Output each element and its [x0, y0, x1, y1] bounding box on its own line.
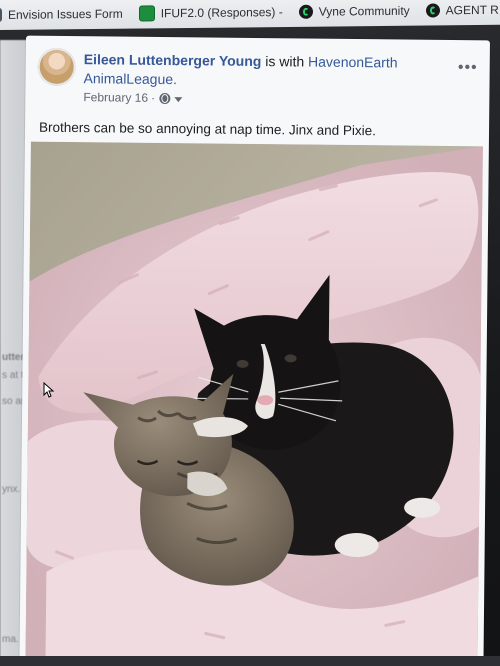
avatar[interactable]: [37, 47, 76, 87]
vyne-icon: [425, 3, 440, 18]
bookmark-agent[interactable]: AGENT R: [425, 2, 499, 18]
author-name-link[interactable]: Eileen Luttenberger Young: [84, 51, 262, 69]
post-meta: February 16 ·: [83, 90, 183, 105]
post-caption: Brothers can be so annoying at nap time.…: [38, 119, 377, 139]
post-author-line: Eileen Luttenberger Young is with Haveno…: [83, 50, 439, 92]
globe-icon[interactable]: [159, 92, 171, 104]
post-date-link[interactable]: February 16: [83, 90, 148, 105]
bookmark-label: Envision Issues Form: [8, 6, 123, 22]
bookmark-envision[interactable]: Envision Issues Form: [0, 6, 123, 23]
sheet-icon: [138, 5, 155, 22]
more-options-icon[interactable]: •••: [458, 59, 478, 76]
bookmark-label: IFUF2.0 (Responses) -: [160, 5, 283, 21]
chevron-down-icon[interactable]: [174, 96, 183, 102]
post-header: Eileen Luttenberger Young is with Haveno…: [25, 36, 490, 105]
vyne-icon: [298, 4, 313, 19]
bookmark-label: Vyne Community: [318, 3, 410, 19]
with-connector: is with: [265, 53, 305, 70]
bookmark-vyne-community[interactable]: Vyne Community: [298, 3, 410, 19]
post-photo[interactable]: [25, 141, 483, 663]
bookmark-ifuf-responses[interactable]: IFUF2.0 (Responses) -: [138, 4, 283, 22]
post-card: Eileen Luttenberger Young is with Haveno…: [19, 35, 490, 665]
mouse-cursor-icon: [43, 382, 55, 398]
meta-separator: ·: [150, 90, 156, 105]
taskbar: [0, 656, 500, 666]
doc-icon: [0, 7, 2, 23]
kittens-photo: [25, 141, 483, 663]
bookmark-label: AGENT R: [445, 2, 499, 18]
bookmarks-bar: Envision Issues Form IFUF2.0 (Responses)…: [0, 0, 500, 30]
